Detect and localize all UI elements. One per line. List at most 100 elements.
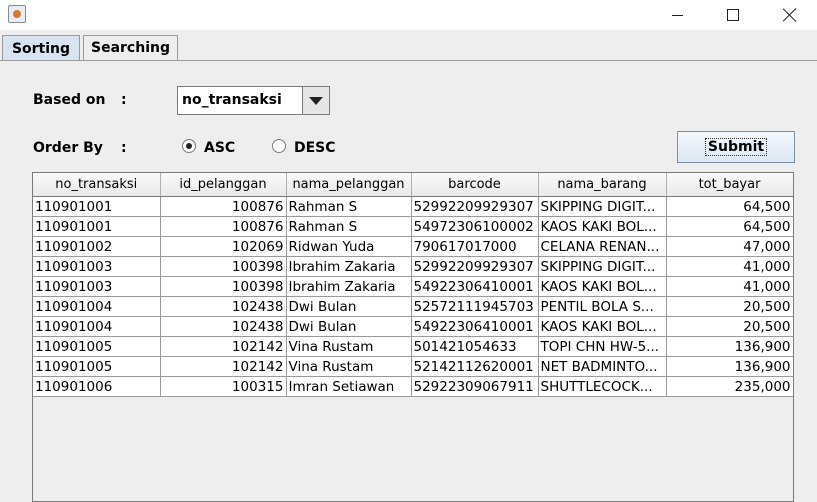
java-app-icon [8, 5, 26, 23]
cell-barcode[interactable]: 52992209929307 [411, 256, 539, 277]
cell-nama-barang[interactable]: KAOS KAKI BOL... [538, 276, 667, 297]
cell-no-transaksi[interactable]: 110901004 [33, 296, 161, 317]
table-row[interactable]: 110901004 102438 Dwi Bulan 52572111945703 PE… [33, 296, 793, 317]
cell-nama-barang[interactable]: SKIPPING DIGIT... [538, 256, 667, 277]
cell-nama-pelanggan[interactable]: Dwi Bulan [286, 296, 412, 317]
based-on-label: Based on [33, 92, 106, 108]
column-header-nama-barang[interactable]: nama_barang [538, 173, 667, 197]
cell-nama-pelanggan[interactable]: Rahman S [286, 216, 412, 237]
cell-id-pelanggan[interactable]: 100876 [160, 216, 287, 237]
cell-tot-bayar[interactable]: 64,500 [666, 196, 793, 217]
table-row[interactable]: 110901005 102142 Vina Rustam 501421054633 TO… [33, 336, 793, 357]
cell-tot-bayar[interactable]: 235,000 [666, 376, 793, 397]
table-row[interactable]: 110901001 100876 Rahman S 54972306100002 KAO… [33, 216, 793, 237]
cell-id-pelanggan[interactable]: 100398 [160, 256, 287, 277]
cell-nama-barang[interactable]: KAOS KAKI BOL... [538, 316, 667, 337]
maximize-button[interactable] [704, 0, 762, 30]
table-row[interactable]: 110901004 102438 Dwi Bulan 54922306410001 KA… [33, 316, 793, 337]
cell-nama-pelanggan[interactable]: Ibrahim Zakaria [286, 256, 412, 277]
based-on-colon: : [121, 92, 127, 108]
table-row[interactable]: 110901001 100876 Rahman S 52992209929307 SKI… [33, 196, 793, 217]
cell-no-transaksi[interactable]: 110901005 [33, 336, 161, 357]
submit-label: Submit [704, 138, 768, 156]
cell-tot-bayar[interactable]: 64,500 [666, 216, 793, 237]
order-by-label: Order By [33, 140, 103, 156]
cell-nama-barang[interactable]: CELANA RENAN... [538, 236, 667, 257]
cell-barcode[interactable]: 501421054633 [411, 336, 539, 357]
cell-id-pelanggan[interactable]: 100315 [160, 376, 287, 397]
cell-barcode[interactable]: 52142112620001 [411, 356, 539, 377]
cell-nama-pelanggan[interactable]: Vina Rustam [286, 356, 412, 377]
desc-radio[interactable] [272, 139, 286, 153]
cell-tot-bayar[interactable]: 41,000 [666, 256, 793, 277]
column-header-no-transaksi[interactable]: no_transaksi [33, 173, 161, 197]
column-header-tot-bayar[interactable]: tot_bayar [666, 173, 793, 197]
based-on-value: no_transaksi [182, 92, 282, 108]
cell-barcode[interactable]: 54922306410001 [411, 276, 539, 297]
cell-nama-pelanggan[interactable]: Vina Rustam [286, 336, 412, 357]
tab-searching[interactable]: Searching [83, 35, 178, 60]
tab-bar: Sorting Searching [0, 33, 817, 61]
table-row[interactable]: 110901006 100315 Imran Setiawan 52922309067… [33, 376, 793, 397]
cell-tot-bayar[interactable]: 41,000 [666, 276, 793, 297]
table-row[interactable]: 110901002 102069 Ridwan Yuda 790617017000 CE… [33, 236, 793, 257]
cell-barcode[interactable]: 54972306100002 [411, 216, 539, 237]
table-row[interactable]: 110901003 100398 Ibrahim Zakaria 5492230641… [33, 276, 793, 297]
cell-nama-barang[interactable]: SHUTTLECOCK... [538, 376, 667, 397]
cell-no-transaksi[interactable]: 110901001 [33, 196, 161, 217]
cell-barcode[interactable]: 52992209929307 [411, 196, 539, 217]
table-row[interactable]: 110901003 100398 Ibrahim Zakaria 5299220992… [33, 256, 793, 277]
cell-id-pelanggan[interactable]: 100876 [160, 196, 287, 217]
table-row[interactable]: 110901005 102142 Vina Rustam 52142112620001… [33, 356, 793, 377]
column-header-barcode[interactable]: barcode [411, 173, 539, 197]
cell-tot-bayar[interactable]: 20,500 [666, 316, 793, 337]
tab-sorting[interactable]: Sorting [2, 35, 80, 61]
cell-nama-pelanggan[interactable]: Ibrahim Zakaria [286, 276, 412, 297]
cell-tot-bayar[interactable]: 47,000 [666, 236, 793, 257]
cell-nama-barang[interactable]: KAOS KAKI BOL... [538, 216, 667, 237]
cell-nama-pelanggan[interactable]: Rahman S [286, 196, 412, 217]
cell-nama-barang[interactable]: TOPI CHN HW-5... [538, 336, 667, 357]
cell-nama-barang[interactable]: PENTIL BOLA S... [538, 296, 667, 317]
cell-nama-pelanggan[interactable]: Ridwan Yuda [286, 236, 412, 257]
cell-no-transaksi[interactable]: 110901002 [33, 236, 161, 257]
cell-tot-bayar[interactable]: 20,500 [666, 296, 793, 317]
cell-no-transaksi[interactable]: 110901005 [33, 356, 161, 377]
cell-tot-bayar[interactable]: 136,900 [666, 356, 793, 377]
results-table[interactable]: no_transaksi id_pelanggan nama_pelanggan… [32, 172, 794, 502]
cell-nama-pelanggan[interactable]: Imran Setiawan [286, 376, 412, 397]
cell-no-transaksi[interactable]: 110901006 [33, 376, 161, 397]
cell-nama-barang[interactable]: SKIPPING DIGIT... [538, 196, 667, 217]
close-button[interactable] [761, 0, 817, 30]
cell-no-transaksi[interactable]: 110901004 [33, 316, 161, 337]
cell-id-pelanggan[interactable]: 102069 [160, 236, 287, 257]
cell-no-transaksi[interactable]: 110901001 [33, 216, 161, 237]
column-header-id-pelanggan[interactable]: id_pelanggan [160, 173, 287, 197]
cell-id-pelanggan[interactable]: 102438 [160, 296, 287, 317]
minimize-icon [671, 14, 683, 16]
cell-barcode[interactable]: 54922306410001 [411, 316, 539, 337]
cell-barcode[interactable]: 790617017000 [411, 236, 539, 257]
cell-id-pelanggan[interactable]: 102142 [160, 336, 287, 357]
submit-button[interactable]: Submit [677, 131, 795, 163]
table-header-row: no_transaksi id_pelanggan nama_pelanggan… [33, 173, 793, 197]
based-on-select[interactable]: no_transaksi [177, 86, 330, 115]
desc-label[interactable]: DESC [294, 140, 336, 156]
cell-id-pelanggan[interactable]: 102438 [160, 316, 287, 337]
cell-id-pelanggan[interactable]: 100398 [160, 276, 287, 297]
cell-no-transaksi[interactable]: 110901003 [33, 276, 161, 297]
asc-label[interactable]: ASC [204, 140, 235, 156]
column-header-nama-pelanggan[interactable]: nama_pelanggan [286, 173, 412, 197]
cell-barcode[interactable]: 52922309067911 [411, 376, 539, 397]
cell-no-transaksi[interactable]: 110901003 [33, 256, 161, 277]
tab-content-border [0, 60, 817, 61]
minimize-button[interactable] [648, 0, 706, 30]
close-icon [783, 8, 797, 22]
cell-id-pelanggan[interactable]: 102142 [160, 356, 287, 377]
cell-nama-barang[interactable]: NET BADMINTO... [538, 356, 667, 377]
asc-radio[interactable] [182, 139, 196, 153]
cell-barcode[interactable]: 52572111945703 [411, 296, 539, 317]
cell-tot-bayar[interactable]: 136,900 [666, 336, 793, 357]
cell-nama-pelanggan[interactable]: Dwi Bulan [286, 316, 412, 337]
dropdown-arrow-button[interactable] [302, 87, 329, 114]
